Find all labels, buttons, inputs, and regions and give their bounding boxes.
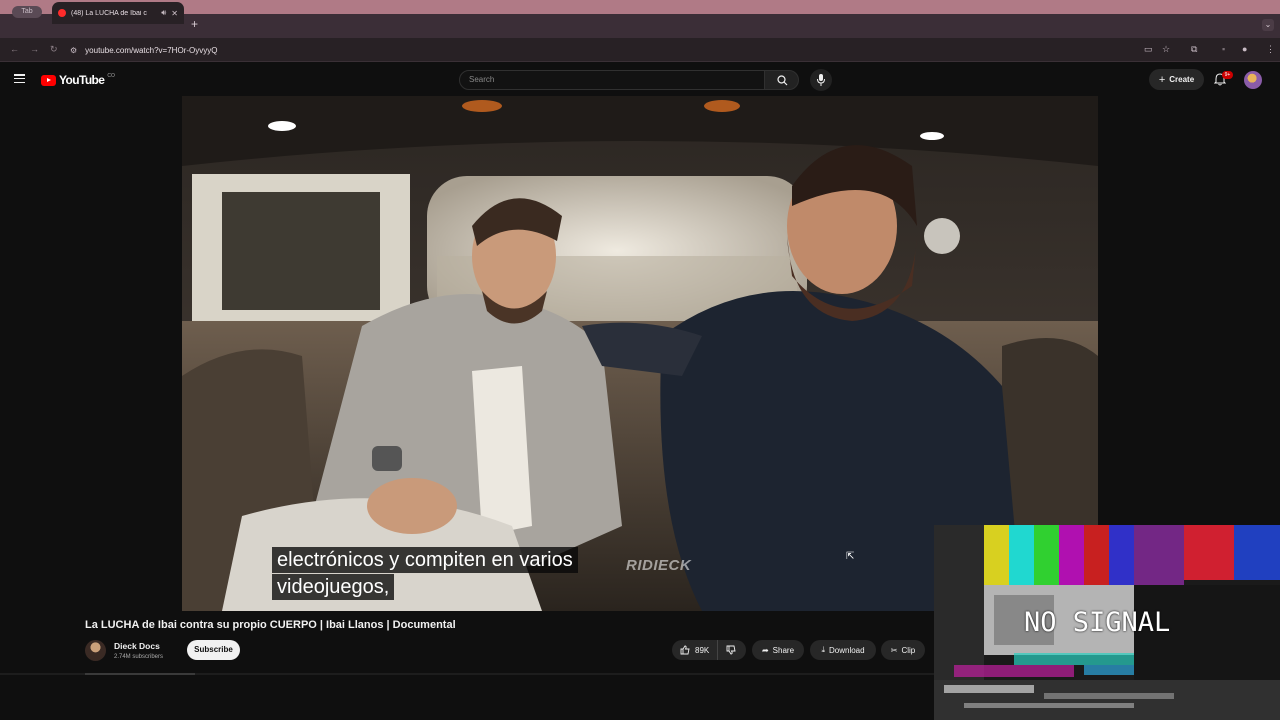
download-icon: ⤓	[821, 645, 825, 654]
extensions-icon[interactable]: ⧉	[1191, 44, 1197, 55]
download-label: Download	[828, 645, 865, 655]
account-avatar[interactable]	[1244, 71, 1262, 89]
subscriber-count: 2.74M subscribers	[114, 654, 164, 660]
scissors-icon: ✂	[890, 645, 898, 655]
search-button[interactable]	[764, 70, 799, 90]
channel-avatar[interactable]	[85, 640, 106, 661]
channel-name[interactable]: Dieck Docs	[114, 641, 160, 651]
subscribe-button[interactable]: Subscribe	[187, 640, 240, 660]
youtube-logo[interactable]: YouTube CO	[41, 73, 115, 87]
video-title: La LUCHA de Ibai contra su propio CUERPO…	[85, 619, 456, 631]
url-text: youtube.com/watch?v=7HOr-OyvyyQ	[85, 45, 218, 55]
reload-icon[interactable]: ↻	[50, 44, 58, 55]
youtube-favicon-icon	[58, 9, 66, 17]
caption-line-1: electrónicos y compiten en varios	[272, 547, 578, 573]
video-watermark: RIDIECK	[626, 557, 692, 574]
create-label: Create	[1169, 75, 1195, 84]
caption-line-2: videojuegos,	[272, 574, 395, 600]
address-bar[interactable]: ⚙︎ youtube.com/watch?v=7HOr-OyvyyQ	[70, 42, 1210, 58]
share-button[interactable]: ➦ Share	[752, 640, 804, 660]
new-tab-plus-icon[interactable]: +	[191, 17, 198, 31]
no-signal-text: NO SIGNAL	[1024, 607, 1171, 638]
like-count: 89K	[695, 645, 710, 655]
plus-icon: +	[1158, 73, 1166, 86]
extension-icon[interactable]: ▪	[1222, 44, 1225, 54]
speaker-icon[interactable]: 🔊︎	[161, 8, 166, 18]
section-divider	[0, 673, 934, 675]
create-button[interactable]: + Create	[1149, 69, 1204, 90]
hamburger-menu-icon[interactable]	[14, 74, 25, 83]
cast-icon[interactable]: ▭	[1144, 44, 1153, 55]
thumbs-down-icon	[726, 645, 736, 655]
close-tab-icon[interactable]: ✕	[171, 9, 178, 18]
like-dislike-group: 89K	[672, 640, 746, 660]
browser-tab-active[interactable]: (48) La LUCHA de Ibai c 🔊︎ ✕	[52, 2, 184, 24]
search-input[interactable]: Search	[459, 70, 765, 90]
thumbs-up-icon	[680, 645, 690, 655]
clip-button[interactable]: ✂ Clip	[881, 640, 925, 660]
share-arrow-icon: ➦	[761, 645, 769, 655]
microphone-icon	[817, 74, 825, 86]
bookmark-star-icon[interactable]: ☆	[1162, 44, 1170, 55]
caption-box: electrónicos y compiten en varios videoj…	[272, 547, 578, 601]
no-signal-overlay: NO SIGNAL	[934, 525, 1280, 720]
back-arrow-icon[interactable]: ←	[10, 44, 19, 54]
tab-search-chevron-icon[interactable]: ⌄	[1262, 19, 1274, 31]
clip-label: Clip	[901, 645, 916, 655]
youtube-play-icon	[41, 74, 56, 86]
site-settings-icon[interactable]: ⚙︎	[70, 46, 77, 55]
tab-title: (48) La LUCHA de Ibai c	[71, 9, 147, 17]
mac-menu-bar	[0, 0, 1280, 14]
logo-text: YouTube	[59, 73, 105, 87]
voice-search-button[interactable]	[810, 69, 832, 91]
dislike-button[interactable]	[718, 645, 744, 655]
browser-menu-icon[interactable]: ⋮	[1266, 44, 1275, 55]
share-label: Share	[772, 645, 795, 655]
download-button[interactable]: ⤓ Download	[810, 640, 876, 660]
logo-region-code: CO	[107, 72, 115, 79]
notifications-badge: 9+	[1222, 71, 1233, 79]
tab-group-pill[interactable]: Tab	[12, 6, 42, 18]
profile-icon[interactable]: ●	[1242, 44, 1247, 54]
mouse-cursor-icon: ⇱	[846, 551, 855, 562]
forward-arrow-icon[interactable]: →	[30, 44, 39, 54]
search-icon	[777, 75, 788, 86]
like-button[interactable]: 89K	[672, 640, 719, 660]
